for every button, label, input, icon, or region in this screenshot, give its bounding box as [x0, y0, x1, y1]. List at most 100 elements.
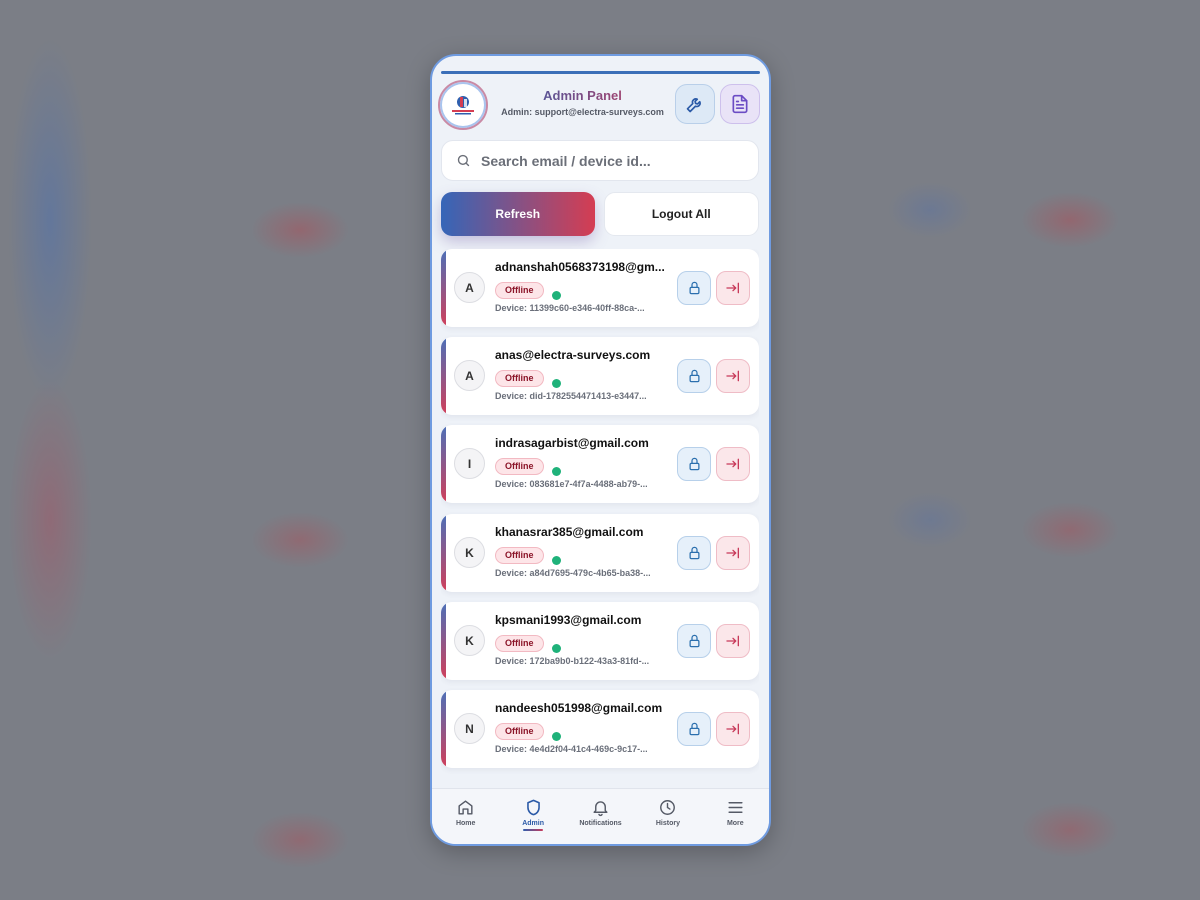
status-dot [552, 644, 561, 653]
force-logout-button[interactable] [716, 624, 750, 658]
lock-icon [689, 546, 699, 560]
logout-arrow-icon [726, 458, 739, 470]
avatar: A [454, 360, 485, 391]
avatar: K [454, 625, 485, 656]
user-card[interactable]: A anas@electra-surveys.com Offline Devic… [441, 337, 759, 415]
nav-history-label: History [655, 820, 680, 827]
logout-all-button[interactable]: Logout All [603, 192, 759, 236]
lock-button[interactable] [677, 359, 711, 393]
status-badge: Offline [495, 635, 544, 652]
reports-button[interactable] [720, 84, 760, 124]
device-id: Device: 11399c60-e346-40ff-88ca-... [495, 303, 645, 313]
status-dot [552, 732, 561, 741]
logout-arrow-icon [726, 723, 739, 735]
tools-button[interactable] [675, 84, 715, 124]
home-icon [458, 800, 473, 815]
search-icon [457, 154, 470, 167]
menu-icon [728, 802, 743, 813]
electra-logo-icon [452, 96, 474, 115]
card-accent-bar [441, 690, 446, 768]
logout-arrow-icon [726, 635, 739, 647]
nav-notifications[interactable]: Notifications [567, 789, 634, 844]
lock-icon [689, 281, 699, 295]
status-badge: Offline [495, 723, 544, 740]
lock-icon [689, 457, 699, 471]
lock-button[interactable] [677, 447, 711, 481]
user-card[interactable]: A adnanshah0568373198@gm... Offline Devi… [441, 249, 759, 327]
nav-admin[interactable]: Admin [499, 789, 566, 844]
user-email: anas@electra-surveys.com [495, 348, 651, 362]
nav-home-label: Home [455, 820, 476, 827]
logout-arrow-icon [726, 370, 739, 382]
clock-icon [660, 800, 676, 815]
force-logout-button[interactable] [716, 447, 750, 481]
logout-arrow-icon [726, 547, 739, 559]
phone-frame: Admin Panel Admin: support@electra-surve… [430, 54, 771, 846]
status-badge: Offline [495, 547, 544, 564]
user-email: nandeesh051998@gmail.com [495, 701, 663, 715]
lock-icon [689, 634, 699, 648]
search-bar[interactable] [441, 140, 759, 181]
card-accent-bar [441, 249, 446, 327]
status-dot [552, 379, 561, 388]
card-accent-bar [441, 337, 446, 415]
device-id: Device: a84d7695-479c-4b65-ba38-... [495, 568, 651, 578]
logout-arrow-icon [726, 282, 739, 294]
nav-more-label: More [726, 820, 744, 827]
nav-more[interactable]: More [702, 789, 769, 844]
status-dot [552, 467, 561, 476]
avatar: A [454, 272, 485, 303]
page-title: Admin Panel [492, 88, 673, 103]
lock-button[interactable] [677, 536, 711, 570]
user-card[interactable]: K khanasrar385@gmail.com Offline Device:… [441, 514, 759, 592]
card-accent-bar [441, 425, 446, 503]
admin-email: Admin: support@electra-surveys.com [501, 107, 664, 117]
avatar: I [454, 448, 485, 479]
bottom-nav: Home Admin Notifications History More [432, 788, 769, 844]
nav-home[interactable]: Home [432, 789, 499, 844]
user-card[interactable]: K kpsmani1993@gmail.com Offline Device: … [441, 602, 759, 680]
lock-icon [689, 369, 699, 383]
lock-button[interactable] [677, 271, 711, 305]
nav-admin-label: Admin [522, 820, 544, 827]
lock-button[interactable] [677, 712, 711, 746]
card-accent-bar [441, 602, 446, 680]
avatar: N [454, 713, 485, 744]
force-logout-button[interactable] [716, 712, 750, 746]
avatar: K [454, 537, 485, 568]
user-card[interactable]: I indrasagarbist@gmail.com Offline Devic… [441, 425, 759, 503]
user-email: khanasrar385@gmail.com [495, 525, 644, 539]
device-id: Device: did-1782554471413-e3447... [495, 391, 647, 401]
document-icon [732, 94, 748, 114]
bell-icon [593, 801, 608, 817]
header: Admin Panel Admin: support@electra-surve… [432, 78, 769, 134]
status-badge: Offline [495, 458, 544, 475]
search-input[interactable] [481, 152, 731, 169]
nav-history[interactable]: History [634, 789, 701, 844]
force-logout-button[interactable] [716, 536, 750, 570]
lock-icon [689, 722, 699, 736]
active-indicator [523, 829, 544, 831]
force-logout-button[interactable] [716, 271, 750, 305]
nav-notifications-label: Notifications [579, 820, 622, 827]
status-dot [552, 556, 561, 565]
user-email: indrasagarbist@gmail.com [495, 436, 649, 450]
user-email: kpsmani1993@gmail.com [495, 613, 642, 627]
user-session-list: A adnanshah0568373198@gm... Offline Devi… [441, 249, 759, 789]
user-card[interactable]: N nandeesh051998@gmail.com Offline Devic… [441, 690, 759, 768]
refresh-button[interactable]: Refresh [441, 192, 595, 236]
shield-icon [526, 799, 540, 816]
wrench-icon [686, 98, 701, 113]
status-badge: Offline [495, 370, 544, 387]
app-logo [438, 80, 488, 130]
lock-button[interactable] [677, 624, 711, 658]
action-buttons: Refresh Logout All [441, 192, 759, 236]
force-logout-button[interactable] [716, 359, 750, 393]
status-dot [552, 291, 561, 300]
status-badge: Offline [495, 282, 544, 299]
card-accent-bar [441, 514, 446, 592]
device-id: Device: 083681e7-4f7a-4488-ab79-... [495, 479, 648, 489]
user-email: adnanshah0568373198@gm... [495, 260, 665, 274]
top-accent-line [441, 71, 760, 74]
device-id: Device: 4e4d2f04-41c4-469c-9c17-... [495, 744, 648, 754]
